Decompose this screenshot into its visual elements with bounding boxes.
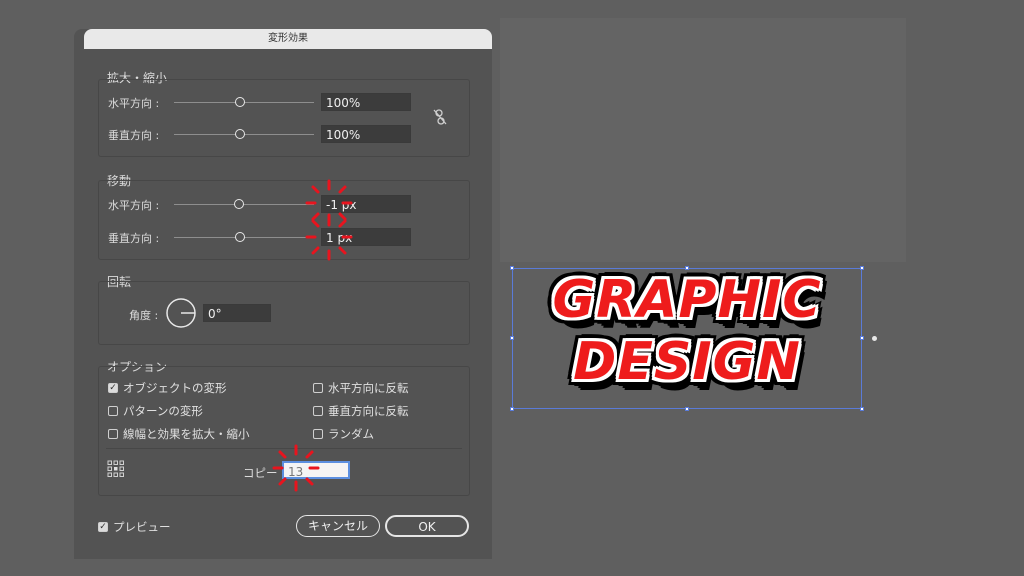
dialog-title: 変形効果 [84, 29, 492, 49]
reflect-y-checkbox[interactable]: 垂直方向に反転 [313, 403, 409, 419]
selection-handle[interactable] [685, 407, 689, 411]
reflect-y-label: 垂直方向に反転 [328, 404, 409, 418]
transform-objects-label: オブジェクトの変形 [123, 381, 227, 395]
move-vertical-label: 垂直方向 : [108, 232, 160, 245]
move-vertical-slider-knob[interactable] [235, 232, 245, 242]
scale-strokes-label: 線幅と効果を拡大・縮小 [123, 427, 250, 441]
scale-horizontal-label: 水平方向 : [108, 97, 160, 110]
move-group [98, 180, 470, 260]
move-vertical-input[interactable]: 1 px [321, 228, 411, 246]
selection-handle[interactable] [510, 266, 514, 270]
move-horizontal-slider[interactable] [174, 204, 314, 205]
reference-point-icon[interactable] [107, 460, 125, 478]
checkmark-icon: ✓ [108, 383, 118, 393]
angle-label: 角度 : [129, 309, 159, 322]
unlink-icon[interactable] [433, 109, 447, 125]
cancel-button[interactable]: キャンセル [296, 515, 380, 537]
transform-patterns-checkbox[interactable]: パターンの変形 [108, 403, 203, 419]
scale-vertical-label: 垂直方向 : [108, 129, 160, 142]
preview-label: プレビュー [113, 520, 171, 534]
selection-handle[interactable] [685, 266, 689, 270]
scale-vertical-input[interactable]: 100% [321, 125, 411, 143]
random-label: ランダム [328, 427, 374, 441]
reflect-x-checkbox[interactable]: 水平方向に反転 [313, 380, 409, 396]
move-horizontal-slider-knob[interactable] [234, 199, 244, 209]
reflect-x-label: 水平方向に反転 [328, 381, 409, 395]
canvas-artboard [500, 18, 906, 262]
options-divider [106, 448, 462, 449]
angle-dial-icon[interactable] [165, 297, 197, 329]
scale-strokes-checkbox[interactable]: 線幅と効果を拡大・縮小 [108, 426, 250, 442]
random-checkbox[interactable]: ランダム [313, 426, 374, 442]
transform-patterns-label: パターンの変形 [123, 404, 203, 418]
move-horizontal-label: 水平方向 : [108, 199, 160, 212]
transform-objects-checkbox[interactable]: ✓ オブジェクトの変形 [108, 380, 227, 396]
checkmark-icon: ✓ [98, 522, 108, 532]
transform-effect-dialog: 変形効果 拡大・縮小 水平方向 : 100% 垂直方向 : 100% 移動 水平… [74, 29, 492, 559]
rotate-handle[interactable] [872, 336, 877, 341]
copies-input[interactable]: 13 [282, 461, 350, 479]
selection-handle[interactable] [510, 407, 514, 411]
scale-group [98, 79, 470, 157]
scale-vertical-slider-knob[interactable] [235, 129, 245, 139]
selection-bounding-box[interactable] [512, 268, 862, 409]
preview-checkbox[interactable]: ✓ プレビュー [98, 519, 171, 535]
move-horizontal-input[interactable]: -1 px [321, 195, 411, 213]
scale-horizontal-input[interactable]: 100% [321, 93, 411, 111]
scale-horizontal-slider-knob[interactable] [235, 97, 245, 107]
angle-input[interactable]: 0° [203, 304, 271, 322]
copies-label: コピー [243, 466, 278, 480]
ok-button[interactable]: OK [385, 515, 469, 537]
selection-handle[interactable] [860, 266, 864, 270]
selection-handle[interactable] [510, 336, 514, 340]
selection-handle[interactable] [860, 336, 864, 340]
selection-handle[interactable] [860, 407, 864, 411]
